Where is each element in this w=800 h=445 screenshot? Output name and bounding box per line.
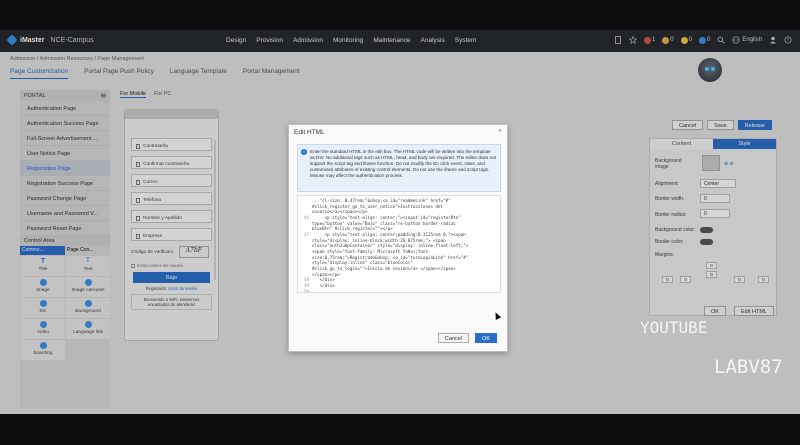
app-screen: iMaster NCE-Campus Design Provision Admi… xyxy=(0,30,800,414)
html-editor[interactable]: ..."cl-size: 0.47rem;"&nbsp;<a id="readm… xyxy=(297,195,501,293)
dialog-ok-button[interactable]: OK xyxy=(475,333,497,343)
info-notice: i Enter the standard HTML in the edit bo… xyxy=(297,144,501,192)
watermark-channel: LABV87 xyxy=(714,356,783,378)
dialog-actions: Cancel OK xyxy=(437,333,497,343)
video-frame: iMaster NCE-Campus Design Provision Admi… xyxy=(0,0,800,445)
watermark-youtube: YOUTUBE xyxy=(640,318,708,337)
code-text: </div> xyxy=(312,283,335,289)
info-text: Enter the standard HTML in the edit box.… xyxy=(310,149,496,178)
line-number: 50 xyxy=(303,288,309,293)
info-icon: i xyxy=(301,149,307,155)
dialog-cancel-button[interactable]: Cancel xyxy=(437,333,470,343)
close-icon[interactable]: × xyxy=(498,128,502,135)
edit-html-dialog: Edit HTML × i Enter the standard HTML in… xyxy=(288,124,508,352)
code-line: 50 xyxy=(298,288,500,293)
dialog-title: Edit HTML xyxy=(294,129,325,136)
